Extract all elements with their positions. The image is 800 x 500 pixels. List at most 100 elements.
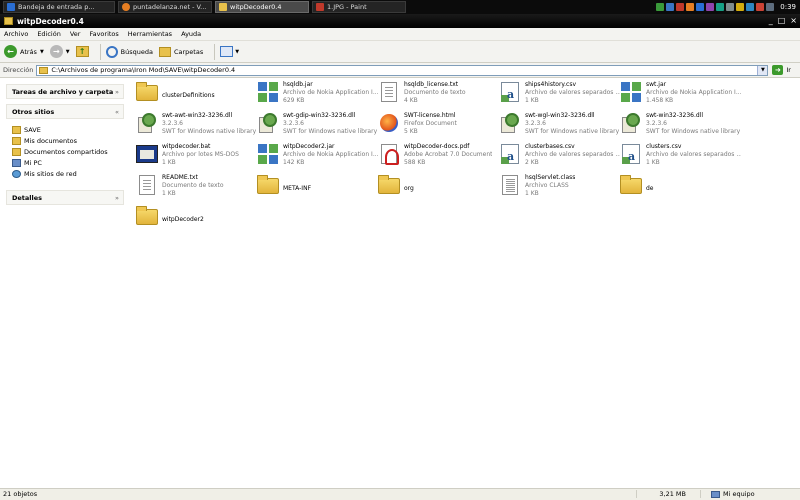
folder-item[interactable]: witpDecoder2	[136, 205, 257, 235]
folder-item[interactable]: clusterDefinitions	[136, 81, 257, 111]
file-text: clusterDefinitions	[162, 81, 215, 111]
folder-item[interactable]: de	[620, 174, 741, 204]
up-folder-button[interactable]: ↑	[75, 46, 89, 57]
tray-icon[interactable]	[696, 3, 705, 11]
file-name: clusterbases.csv	[525, 143, 575, 150]
file-text: swt-gdip-win32-3236.dll 3.2.3.6 SWT for Wi…	[283, 112, 377, 142]
menu-edicion[interactable]: Edición	[37, 30, 61, 38]
file-type: Archivo de valores separados ...	[525, 89, 620, 96]
back-button[interactable]: ← Atrás ▼	[4, 45, 44, 58]
folder-item[interactable]: org	[378, 174, 499, 204]
file-text: witpDecoder2.jar Archivo de Nokia Applica…	[283, 143, 378, 173]
file-item[interactable]: witpDecoder-docs.pdf Adobe Acrobat 7.0 Do…	[378, 143, 499, 173]
file-text: ships4history.csv Archivo de valores sepa…	[525, 81, 620, 111]
chevron-up-icon[interactable]: «	[115, 108, 119, 116]
folders-button-label: Carpetas	[173, 47, 204, 56]
file-name: hsqlServlet.class	[525, 174, 576, 181]
place-my-computer[interactable]: Mi PC	[12, 157, 120, 168]
file-item[interactable]: hsqldb_license.txt Documento de texto 4 KB	[378, 81, 499, 111]
file-item[interactable]: README.txt Documento de texto 1 KB	[136, 174, 257, 204]
chevron-down-icon[interactable]: ▼	[66, 49, 70, 55]
address-field[interactable]: C:\Archivos de programa\Iron Mod\SAVE\wi…	[36, 64, 769, 76]
chevron-down-icon[interactable]: »	[115, 88, 119, 96]
tray-icon[interactable]	[666, 3, 675, 11]
file-text: clusters.csv Archivo de valores separados…	[646, 143, 741, 173]
tray-icon[interactable]	[716, 3, 725, 11]
file-item[interactable]: a ships4history.csv Archivo de valores sep…	[499, 81, 620, 111]
panel-other-places: Otros sitios « SAVE Mis documentos Docum…	[6, 104, 124, 185]
file-name: witpDecoder2	[162, 216, 204, 223]
file-text: swt-awt-win32-3236.dll 3.2.3.6 SWT for Win…	[162, 112, 256, 142]
file-item[interactable]: swt-win32-3236.dll 3.2.3.6 SWT for Windows…	[620, 112, 741, 142]
file-item[interactable]: swt-gdip-win32-3236.dll 3.2.3.6 SWT for Wi…	[257, 112, 378, 142]
tray-icon[interactable]	[736, 3, 745, 11]
file-size: 1.458 KB	[646, 97, 674, 104]
panel-header[interactable]: Detalles »	[6, 190, 124, 205]
tray-icon[interactable]	[656, 3, 665, 11]
taskbar-button-browser[interactable]: puntadelanza.net - V...	[118, 1, 212, 13]
chevron-down-icon[interactable]: ▼	[40, 49, 44, 55]
file-name: de	[646, 185, 654, 192]
tray-icon[interactable]	[756, 3, 765, 11]
file-item[interactable]: swt.jar Archivo de Nokia Application I...…	[620, 81, 741, 111]
file-size: 4 KB	[404, 97, 418, 104]
menu-favoritos[interactable]: Favoritos	[89, 30, 118, 38]
go-button[interactable]: Ir	[786, 66, 791, 74]
file-item[interactable]: hsqlServlet.class Archivo CLASS 1 KB	[499, 174, 620, 204]
folder-item[interactable]: META-INF	[257, 174, 378, 204]
tray-icon[interactable]	[766, 3, 775, 11]
window-titlebar[interactable]: witpDecoder0.4 _ □ ×	[0, 14, 800, 28]
menu-archivo[interactable]: Archivo	[4, 30, 28, 38]
folders-icon	[158, 46, 171, 57]
menu-herramientas[interactable]: Herramientas	[128, 30, 172, 38]
file-item[interactable]: a clusterbases.csv Archivo de valores sepa…	[499, 143, 620, 173]
tray-icon[interactable]	[686, 3, 695, 11]
go-arrow-icon[interactable]: ➜	[772, 65, 784, 75]
views-button[interactable]: ▼	[220, 46, 239, 57]
close-button[interactable]: ×	[790, 16, 797, 26]
toolbar-separator	[214, 43, 216, 60]
place-save[interactable]: SAVE	[12, 124, 120, 135]
file-item[interactable]: SWT-license.html Firefox Document 5 KB	[378, 112, 499, 142]
taskbar-button-mail[interactable]: Bandeja de entrada p...	[3, 1, 115, 13]
place-label: Mis documentos	[24, 136, 78, 145]
maximize-button[interactable]: □	[778, 16, 786, 26]
taskbar-button-label: Bandeja de entrada p...	[18, 3, 95, 11]
chevron-down-icon[interactable]: »	[115, 194, 119, 202]
clock: 0:39	[780, 3, 796, 11]
minimize-button[interactable]: _	[769, 16, 773, 26]
file-item[interactable]: a clusters.csv Archivo de valores separado…	[620, 143, 741, 173]
status-object-count: 21 objetos	[3, 490, 38, 498]
menu-ayuda[interactable]: Ayuda	[181, 30, 201, 38]
firefox-document-icon	[378, 112, 400, 134]
file-item[interactable]: swt-wgl-win32-3236.dll 3.2.3.6 SWT for Win…	[499, 112, 620, 142]
place-my-documents[interactable]: Mis documentos	[12, 135, 120, 146]
browser-icon	[122, 3, 130, 11]
tray-icon[interactable]	[706, 3, 715, 11]
taskbar-button-explorer[interactable]: witpDecoder0.4	[215, 1, 309, 13]
file-item[interactable]: witpdecoder.bat Archivo por lotes MS-DOS 1…	[136, 143, 257, 173]
folders-button[interactable]: Carpetas	[158, 46, 204, 57]
taskbar-button-paint[interactable]: 1.JPG - Paint	[312, 1, 406, 13]
file-type: 3.2.3.6	[646, 120, 667, 127]
tray-icon[interactable]	[726, 3, 735, 11]
place-network[interactable]: Mis sitios de red	[12, 168, 120, 179]
file-text: clusterbases.csv Archivo de valores separ…	[525, 143, 620, 173]
tray-icon[interactable]	[676, 3, 685, 11]
search-button[interactable]: Búsqueda	[105, 45, 153, 58]
tray-icon[interactable]	[746, 3, 755, 11]
folder-icon	[4, 17, 13, 25]
place-label: Documentos compartidos	[24, 147, 108, 156]
menu-ver[interactable]: Ver	[70, 30, 81, 38]
file-item[interactable]: witpDecoder2.jar Archivo de Nokia Applica…	[257, 143, 378, 173]
place-shared-documents[interactable]: Documentos compartidos	[12, 146, 120, 157]
file-item[interactable]: swt-awt-win32-3236.dll 3.2.3.6 SWT for Win…	[136, 112, 257, 142]
panel-header[interactable]: Otros sitios «	[6, 104, 124, 119]
file-text: hsqldb_license.txt Documento de texto 4 KB	[404, 81, 466, 111]
panel-header[interactable]: Tareas de archivo y carpeta »	[6, 84, 124, 99]
forward-button[interactable]: → ▼	[49, 45, 70, 58]
file-item[interactable]: hsqldb.jar Archivo de Nokia Application I…	[257, 81, 378, 111]
chevron-down-icon[interactable]: ▼	[757, 65, 768, 75]
views-icon	[220, 46, 234, 57]
status-size: 3,21 MB	[636, 490, 690, 498]
